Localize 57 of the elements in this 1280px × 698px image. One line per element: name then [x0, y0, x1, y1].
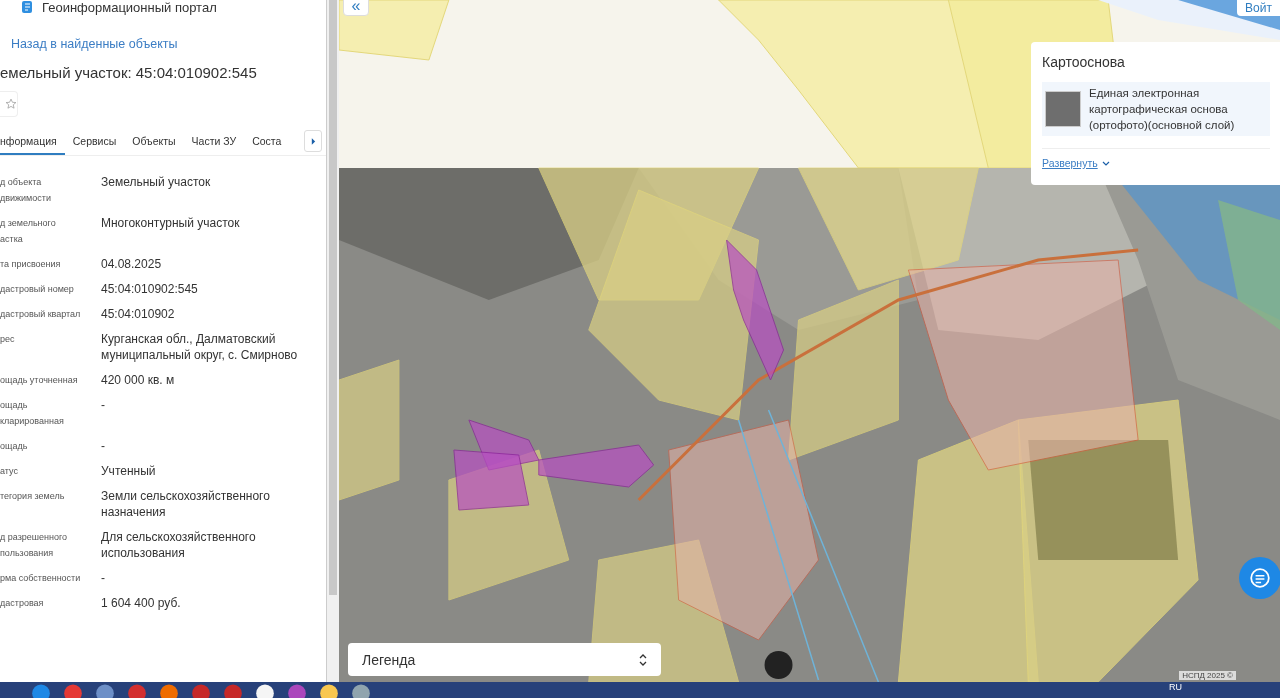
field-value: 04.08.2025	[101, 256, 163, 272]
up-down-chevron-icon	[639, 653, 647, 666]
field-value: 45:04:010902:545	[101, 281, 199, 297]
field-value: 1 604 400 руб.	[101, 595, 182, 611]
field-value: -	[101, 438, 106, 454]
field-label: та присвоения	[0, 258, 62, 271]
tab[interactable]: нформация	[0, 127, 65, 155]
tabs-next-button[interactable]	[304, 130, 322, 152]
object-title: емельный участок: 45:04:010902:545	[0, 64, 258, 81]
field-value: Земли сельскохозяйственного назначения	[101, 488, 271, 520]
chevron-down-icon	[1101, 160, 1110, 166]
basemap-title: Картооснова	[1042, 54, 1126, 70]
field-label: ощадь	[0, 440, 29, 453]
field-label: д земельного астка	[0, 217, 57, 246]
field-value: Курганская обл., Далматовский муниципальный округ, с. Смирново	[101, 331, 299, 363]
tab[interactable]: Части ЗУ	[183, 127, 245, 155]
expand-link[interactable]: Развернуть	[1042, 157, 1098, 169]
field-label: д разрешенного пользования	[0, 531, 69, 560]
field-value: -	[101, 570, 106, 586]
field-label: ощадь уточненная	[0, 374, 79, 387]
taskbar-app-icon[interactable]	[350, 682, 372, 698]
field-value: Учтенный	[101, 463, 157, 479]
field-label: атус	[0, 465, 19, 478]
field-value: -	[101, 397, 106, 414]
layer-name: Единая электронная картографическая основа (ортофото)(основной слой)	[1089, 86, 1236, 133]
field-label: дастровый номер	[0, 283, 75, 296]
field-label: дастровая	[0, 597, 45, 610]
field-label: рес	[0, 333, 16, 346]
tab[interactable]: Сервисы	[64, 127, 125, 155]
field-value: 45:04:010902	[101, 306, 176, 322]
chat-icon	[1249, 567, 1271, 589]
field-label: ощадь кларированная	[0, 399, 65, 428]
field-label: дастровый квартал	[0, 308, 82, 321]
field-label: рма собственности	[0, 572, 82, 585]
taskbar-app-icon[interactable]	[254, 682, 276, 698]
layer-thumbnail	[1045, 91, 1081, 127]
field-value: Многоконтурный участок	[101, 215, 241, 232]
tab[interactable]: Объекты	[124, 127, 184, 155]
right-caret-icon	[310, 137, 316, 145]
tab[interactable]: Соста	[244, 127, 290, 155]
field-value: Для сельскохозяйственного использования	[101, 529, 257, 561]
portal-title: Геоинформационный портал	[42, 0, 217, 15]
basemap-layer-item[interactable]: Единая электронная картографическая основа (ортофото)(основной слой)	[1042, 82, 1270, 136]
field-label: тегория земель	[0, 490, 66, 503]
login-button[interactable]: Войт	[1237, 0, 1280, 16]
star-icon	[5, 98, 17, 110]
language-indicator[interactable]: RU	[1169, 682, 1182, 692]
field-value: 420 000 кв. м	[101, 372, 176, 388]
back-link[interactable]: Назад в найденные объекты	[11, 37, 326, 51]
legend-dropdown[interactable]: Легенда	[348, 643, 661, 676]
collapse-panel-button[interactable]: «	[343, 0, 369, 16]
favorite-button[interactable]	[0, 91, 18, 117]
taskbar-app-icon[interactable]	[318, 682, 340, 698]
map-attribution: НСПД 2025 ©	[1179, 671, 1236, 680]
field-label: д объекта движимости	[0, 176, 52, 205]
field-value: Земельный участок	[101, 174, 212, 191]
scrollbar[interactable]	[326, 0, 339, 682]
